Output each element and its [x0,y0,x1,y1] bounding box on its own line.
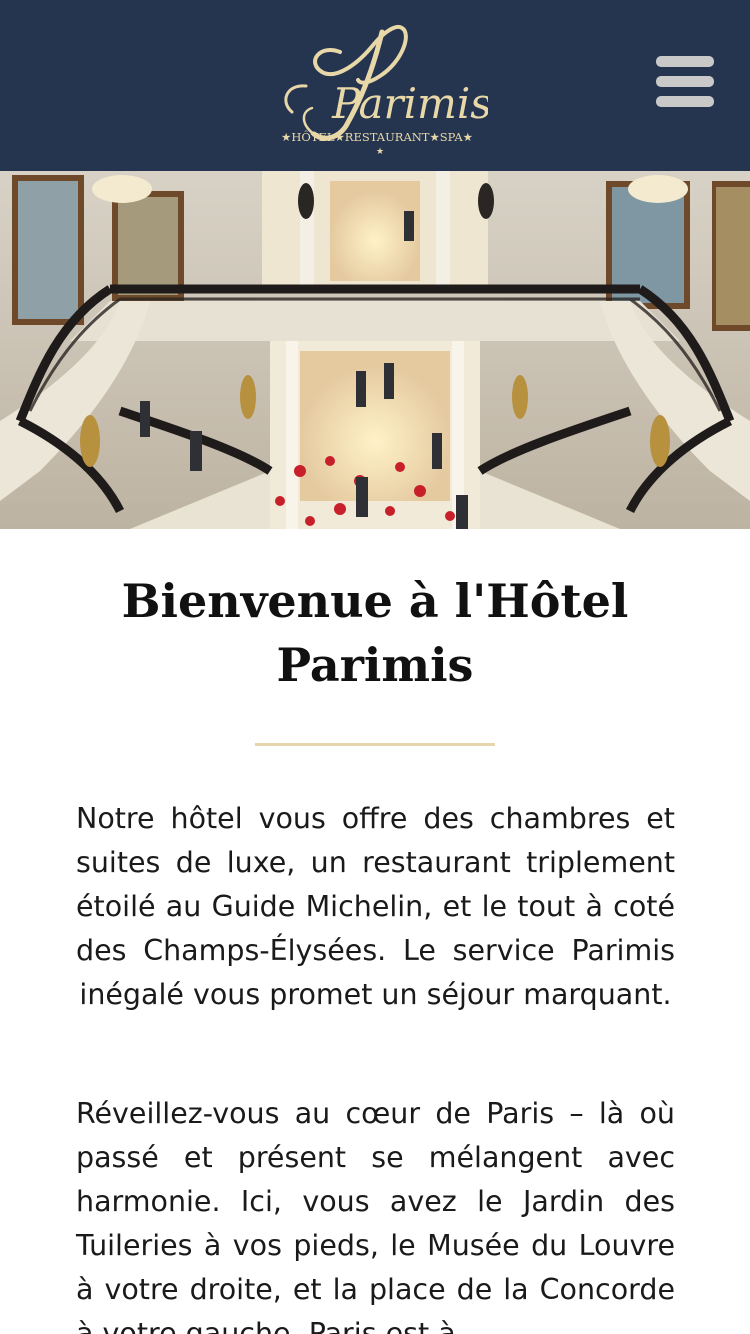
logo-wordmark: Parimis [331,79,488,128]
title-divider [255,743,495,746]
site-header: Parimis ★HÔTEL★RESTAURANT★SPA★ ★ [0,0,750,171]
menu-bar [656,96,714,107]
page-title: Bienvenue à l'Hôtel Parimis [121,574,629,692]
location-paragraph: Réveillez-vous au cœur de Paris – là où … [76,1097,675,1334]
grand-staircase-lobby-photo [0,171,750,529]
logo-tagline: ★HÔTEL★RESTAURANT★SPA★ [281,130,473,144]
hamburger-menu-icon[interactable] [652,52,718,112]
menu-bar [656,76,714,87]
menu-bar [656,56,714,67]
hero-image [0,171,750,529]
logo-star: ★ [376,147,384,157]
parimis-logo[interactable]: Parimis ★HÔTEL★RESTAURANT★SPA★ ★ [262,14,488,160]
main-content: Bienvenue à l'Hôtel Parimis Notre hôtel … [0,529,750,1334]
intro-paragraph: Notre hôtel vous offre des chambres et s… [76,802,675,1011]
